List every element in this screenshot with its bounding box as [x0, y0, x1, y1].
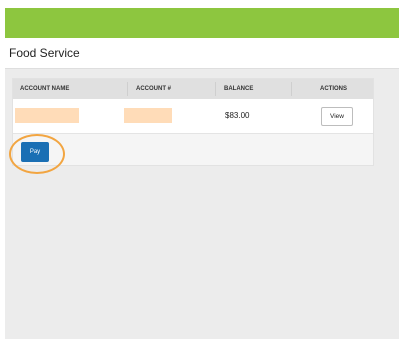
account-number-redacted [124, 108, 172, 123]
table-row: $83.00 View [13, 99, 373, 134]
top-banner [5, 8, 399, 38]
column-header-account-name: ACCOUNT NAME [20, 86, 70, 92]
page-header: Food Service [5, 38, 399, 69]
accounts-panel: ACCOUNT NAME ACCOUNT # BALANCE ACTIONS $… [12, 78, 374, 166]
view-button[interactable]: View [321, 107, 353, 126]
column-header-account-number: ACCOUNT # [136, 86, 172, 92]
table-header: ACCOUNT NAME ACCOUNT # BALANCE ACTIONS [13, 79, 373, 99]
balance-value: $83.00 [225, 111, 250, 120]
column-header-actions: ACTIONS [320, 86, 347, 92]
column-divider [291, 82, 292, 96]
highlight-circle-annotation [9, 134, 65, 174]
account-name-redacted [15, 108, 79, 123]
column-divider [127, 82, 128, 96]
column-header-balance: BALANCE [224, 86, 254, 92]
page-title: Food Service [9, 46, 80, 60]
column-divider [215, 82, 216, 96]
main-content: ACCOUNT NAME ACCOUNT # BALANCE ACTIONS $… [5, 69, 399, 339]
